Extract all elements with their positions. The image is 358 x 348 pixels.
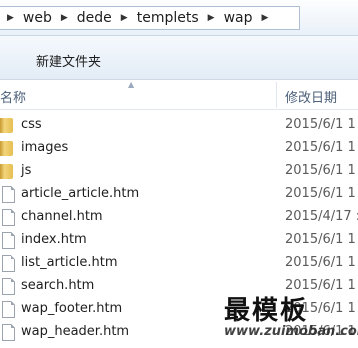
file-name: channel.htm: [21, 209, 103, 224]
folder-icon: [0, 164, 13, 179]
file-list: css 2015/6/1 1 images 2015/6/1 1 js 2015…: [0, 114, 358, 344]
breadcrumb-segment-wap[interactable]: ▶ wap ▶: [201, 7, 276, 29]
sort-ascending-icon: ▲: [128, 80, 135, 89]
breadcrumb-segment-templets[interactable]: ▶ templets: [114, 7, 201, 29]
chevron-right-icon[interactable]: ▶: [54, 13, 75, 23]
breadcrumb-label[interactable]: web: [21, 10, 54, 26]
file-icon: [2, 255, 15, 272]
column-divider[interactable]: [276, 82, 277, 108]
file-name: list_article.htm: [21, 255, 118, 270]
file-icon: [2, 232, 15, 249]
file-date: 2015/6/1 1: [285, 278, 356, 293]
address-bar: ▶ web ▶ dede ▶ templets ▶ wap ▶: [0, 0, 358, 36]
chevron-right-icon[interactable]: ▶: [0, 13, 21, 23]
breadcrumb-label[interactable]: wap: [222, 10, 255, 26]
file-name: index.htm: [21, 232, 87, 247]
breadcrumb-label[interactable]: templets: [135, 10, 201, 26]
file-name: js: [21, 163, 32, 178]
file-date: 2015/6/1 1: [285, 324, 356, 339]
column-header-name[interactable]: 名称: [0, 87, 26, 106]
file-date: 2015/6/1 1: [285, 140, 356, 155]
file-date: 2015/6/1 1: [285, 301, 356, 316]
file-name: search.htm: [21, 278, 95, 293]
file-icon: [2, 278, 15, 295]
file-date: 2015/4/17 :: [285, 209, 358, 224]
file-date: 2015/6/1 1: [285, 163, 356, 178]
column-header-date-modified[interactable]: 修改日期: [285, 87, 337, 106]
breadcrumb-segment-web[interactable]: ▶ web: [0, 7, 54, 29]
column-header-row: ▲ 名称 修改日期: [0, 80, 358, 110]
file-name: css: [21, 117, 42, 132]
file-icon: [2, 186, 15, 203]
command-toolbar: 新建文件夹: [0, 36, 358, 80]
chevron-right-icon[interactable]: ▶: [254, 13, 275, 23]
file-icon: [2, 301, 15, 318]
list-item[interactable]: channel.htm 2015/4/17 :: [0, 206, 358, 229]
file-icon: [2, 324, 15, 341]
file-date: 2015/6/1 1: [285, 255, 356, 270]
file-date: 2015/6/1 1: [285, 186, 356, 201]
list-item[interactable]: wap_header.htm 2015/6/1 1: [0, 321, 358, 344]
chevron-right-icon[interactable]: ▶: [114, 13, 135, 23]
file-date: 2015/6/1 1: [285, 232, 356, 247]
new-folder-button[interactable]: 新建文件夹: [30, 49, 107, 72]
list-item[interactable]: wap_footer.htm 2015/6/1 1: [0, 298, 358, 321]
list-item[interactable]: search.htm 2015/6/1 1: [0, 275, 358, 298]
list-item[interactable]: list_article.htm 2015/6/1 1: [0, 252, 358, 275]
file-name: wap_footer.htm: [21, 301, 123, 316]
list-item[interactable]: article_article.htm 2015/6/1 1: [0, 183, 358, 206]
file-icon: [2, 209, 15, 226]
breadcrumb-label[interactable]: dede: [75, 10, 114, 26]
file-name: images: [21, 140, 69, 155]
folder-icon: [0, 141, 13, 156]
list-item[interactable]: css 2015/6/1 1: [0, 114, 358, 137]
list-item[interactable]: index.htm 2015/6/1 1: [0, 229, 358, 252]
list-item[interactable]: images 2015/6/1 1: [0, 137, 358, 160]
chevron-right-icon[interactable]: ▶: [201, 13, 222, 23]
breadcrumb-segment-dede[interactable]: ▶ dede: [54, 7, 114, 29]
folder-icon: [0, 118, 13, 133]
file-date: 2015/6/1 1: [285, 117, 356, 132]
file-name: article_article.htm: [21, 186, 140, 201]
file-name: wap_header.htm: [21, 324, 130, 339]
list-item[interactable]: js 2015/6/1 1: [0, 160, 358, 183]
breadcrumb[interactable]: ▶ web ▶ dede ▶ templets ▶ wap ▶: [0, 6, 300, 30]
